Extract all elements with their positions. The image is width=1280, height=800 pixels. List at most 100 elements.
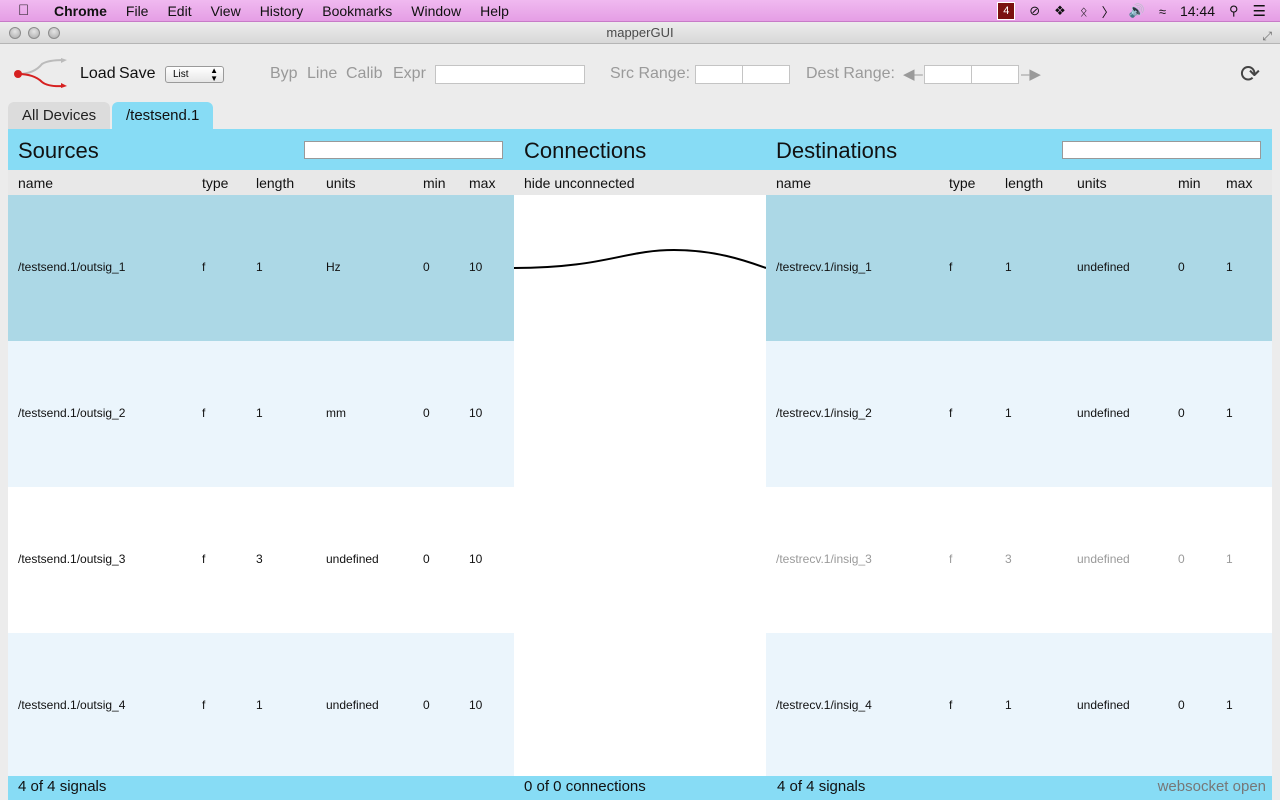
signal-type: f: [949, 698, 953, 712]
source-row[interactable]: /testsend.1/outsig_1 f 1 Hz 0 10: [8, 195, 514, 341]
sync-icon[interactable]: ⊘: [1029, 3, 1040, 19]
signal-min: 0: [1178, 260, 1185, 274]
list-icon[interactable]: ☰: [1253, 2, 1266, 20]
signal-min: 0: [1178, 698, 1185, 712]
signal-name: /testrecv.1/insig_2: [776, 406, 872, 420]
destination-row[interactable]: /testrecv.1/insig_4 f 1 undefined 0 1: [766, 633, 1272, 776]
select-arrows-icon: ▲ ▼: [210, 66, 218, 83]
signal-length: 1: [256, 406, 263, 420]
mode-bypass-button[interactable]: Byp: [270, 65, 298, 83]
signal-min: 0: [1178, 552, 1185, 566]
dropbox-icon[interactable]: ❖: [1054, 3, 1066, 19]
signal-units: undefined: [1077, 552, 1130, 566]
signal-max: 1: [1226, 406, 1233, 420]
signal-type: f: [202, 406, 206, 420]
menu-edit[interactable]: Edit: [167, 3, 191, 19]
tab-all-devices[interactable]: All Devices: [8, 102, 111, 129]
view-mode-select[interactable]: List ▲ ▼: [165, 66, 224, 83]
minimize-window-button[interactable]: [28, 27, 40, 39]
toolbar: Load Save List ▲ ▼ Byp Line Calib Expr Sr…: [0, 45, 1280, 102]
connection-count: 0 of 0 connections: [524, 778, 646, 795]
menu-help[interactable]: Help: [480, 3, 509, 19]
dst-col-max[interactable]: max: [1226, 175, 1252, 191]
src-col-name[interactable]: name: [18, 175, 53, 191]
signal-units: undefined: [326, 552, 379, 566]
dest-range-min-input[interactable]: [924, 65, 972, 84]
signal-type: f: [202, 552, 206, 566]
src-range-min-input[interactable]: [695, 65, 743, 84]
signal-min: 0: [423, 406, 430, 420]
load-button[interactable]: Load: [80, 65, 116, 83]
menu-bar:  Chrome File Edit View History Bookmark…: [0, 0, 1280, 22]
refresh-icon[interactable]: ⟳: [1240, 63, 1260, 87]
dst-col-min[interactable]: min: [1178, 175, 1201, 191]
signal-name: /testsend.1/outsig_1: [18, 260, 126, 274]
dst-col-units[interactable]: units: [1077, 175, 1107, 191]
signal-min: 0: [423, 260, 430, 274]
menu-view[interactable]: View: [211, 3, 241, 19]
dest-range-right-arrow-icon[interactable]: –▶: [1021, 65, 1041, 83]
source-row[interactable]: /testsend.1/outsig_3 f 3 undefined 0 10: [8, 487, 514, 633]
signal-units: undefined: [326, 698, 379, 712]
sources-search-input[interactable]: [304, 141, 503, 159]
destination-row[interactable]: /testrecv.1/insig_1 f 1 undefined 0 1: [766, 195, 1272, 341]
zoom-window-button[interactable]: [48, 27, 60, 39]
wifi-icon[interactable]: ≈: [1159, 4, 1166, 19]
mode-calib-button[interactable]: Calib: [346, 65, 382, 83]
menu-app[interactable]: Chrome: [54, 3, 107, 19]
src-col-min[interactable]: min: [423, 175, 446, 191]
tab-testsend[interactable]: /testsend.1: [112, 102, 214, 129]
expression-input[interactable]: [435, 65, 585, 84]
mode-line-button[interactable]: Line: [307, 65, 337, 83]
bluetooth-icon[interactable]: ᛟ: [1080, 4, 1088, 19]
dst-col-name[interactable]: name: [776, 175, 811, 191]
src-col-type[interactable]: type: [202, 175, 228, 191]
menu-bookmarks[interactable]: Bookmarks: [322, 3, 392, 19]
signal-name: /testsend.1/outsig_2: [18, 406, 126, 420]
signal-length: 1: [256, 260, 263, 274]
clock[interactable]: 14:44: [1180, 3, 1215, 19]
fullscreen-icon[interactable]: ⤢: [1262, 25, 1272, 47]
menu-window[interactable]: Window: [411, 3, 461, 19]
destinations-search-input[interactable]: [1062, 141, 1261, 159]
signal-name: /testsend.1/outsig_3: [18, 552, 126, 566]
src-col-max[interactable]: max: [469, 175, 495, 191]
activity-icon[interactable]: 〉: [1102, 2, 1115, 21]
apple-icon[interactable]: : [18, 2, 40, 19]
hide-unconnected-toggle[interactable]: hide unconnected: [524, 175, 635, 191]
view-mode-select-value: List: [173, 69, 189, 80]
dst-col-length[interactable]: length: [1005, 175, 1043, 191]
device-tabs: All Devices /testsend.1: [0, 102, 1280, 129]
signal-max: 1: [1226, 698, 1233, 712]
signal-units: undefined: [1077, 406, 1130, 420]
destination-row[interactable]: /testrecv.1/insig_2 f 1 undefined 0 1: [766, 341, 1272, 487]
volume-icon[interactable]: 🔊: [1129, 3, 1145, 19]
websocket-status: websocket open: [1157, 778, 1266, 795]
connections-title: Connections: [524, 138, 647, 163]
connections-canvas[interactable]: [513, 195, 767, 776]
connection-line[interactable]: [513, 248, 767, 269]
menu-history[interactable]: History: [260, 3, 304, 19]
save-button[interactable]: Save: [119, 65, 155, 83]
sources-title: Sources: [18, 138, 99, 163]
src-col-units[interactable]: units: [326, 175, 356, 191]
signal-max: 1: [1226, 552, 1233, 566]
status-badge[interactable]: 4: [997, 2, 1016, 20]
signal-length: 1: [256, 698, 263, 712]
source-row[interactable]: /testsend.1/outsig_2 f 1 mm 0 10: [8, 341, 514, 487]
src-col-length[interactable]: length: [256, 175, 294, 191]
destination-row[interactable]: /testrecv.1/insig_3 f 3 undefined 0 1: [766, 487, 1272, 633]
dst-col-type[interactable]: type: [949, 175, 975, 191]
dest-range-left-arrow-icon[interactable]: ◀–: [903, 65, 923, 83]
close-window-button[interactable]: [9, 27, 21, 39]
dest-range-max-input[interactable]: [971, 65, 1019, 84]
signal-length: 1: [1005, 406, 1012, 420]
signal-length: 3: [256, 552, 263, 566]
source-row[interactable]: /testsend.1/outsig_4 f 1 undefined 0 10: [8, 633, 514, 776]
destination-count: 4 of 4 signals: [777, 778, 866, 795]
search-icon[interactable]: ⚲: [1229, 3, 1239, 19]
src-range-label: Src Range:: [610, 65, 691, 82]
menu-file[interactable]: File: [126, 3, 149, 19]
mode-expr-button[interactable]: Expr: [393, 65, 426, 83]
src-range-max-input[interactable]: [742, 65, 790, 84]
